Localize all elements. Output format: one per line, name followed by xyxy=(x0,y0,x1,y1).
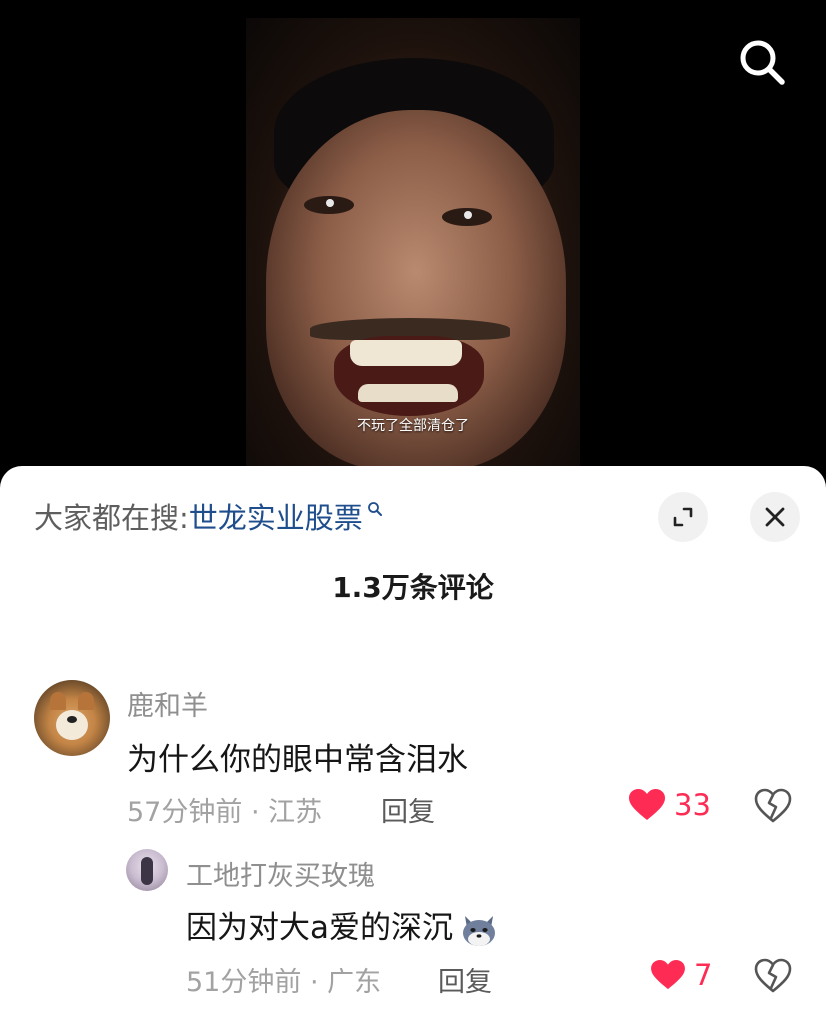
search-icon xyxy=(740,40,785,85)
reply-button[interactable]: 回复 xyxy=(438,960,492,999)
comment-meta: 57分钟前 · 江苏 xyxy=(127,797,323,828)
comment-count: 1.3万条评论 xyxy=(332,571,494,604)
heart-icon xyxy=(651,959,685,990)
hot-search-row[interactable]: 大家都在搜: 世龙实业股票 xyxy=(34,496,383,536)
dislike-button[interactable] xyxy=(754,958,792,998)
avatar[interactable] xyxy=(34,680,110,756)
video-subject-eye xyxy=(304,196,354,214)
dog-ear xyxy=(78,692,94,710)
dislike-button[interactable] xyxy=(754,788,792,828)
video-subject-eye xyxy=(442,208,492,226)
reply-text[interactable]: 因为对大a爱的深沉 xyxy=(186,902,499,948)
dog-ear xyxy=(50,692,66,710)
avatar[interactable] xyxy=(126,849,168,891)
video-subtitle: 不玩了全部清仓了 xyxy=(357,418,469,434)
comment-username[interactable]: 鹿和羊 xyxy=(127,684,208,723)
close-icon xyxy=(765,507,785,527)
video-subject-teeth xyxy=(358,384,458,402)
search-button[interactable] xyxy=(734,34,790,90)
broken-heart-icon xyxy=(754,788,792,823)
dog-muzzle xyxy=(56,710,88,740)
expand-icon xyxy=(673,507,693,527)
video-frame[interactable] xyxy=(246,18,580,480)
screen: 不玩了全部清仓了 大家都在搜: 世龙实业股票 1.3万条评论 鹿和羊 为什么你的… xyxy=(0,0,826,1024)
hot-search-keyword[interactable]: 世龙实业股票 xyxy=(189,495,363,537)
video-subject-teeth xyxy=(350,340,462,366)
wolf-emoji-icon xyxy=(463,915,495,946)
video-player[interactable]: 不玩了全部清仓了 xyxy=(0,0,826,480)
comment-sheet: 大家都在搜: 世龙实业股票 1.3万条评论 鹿和羊 为什么你的眼中常含泪水 57… xyxy=(0,466,826,1024)
broken-heart-icon xyxy=(754,958,792,993)
comment-text[interactable]: 为什么你的眼中常含泪水 xyxy=(127,734,468,779)
reply-text-body: 因为对大a爱的深沉 xyxy=(186,910,453,946)
reply-username[interactable]: 工地打灰买玫瑰 xyxy=(186,854,375,893)
hot-search-prefix: 大家都在搜: xyxy=(34,501,189,535)
expand-button[interactable] xyxy=(658,492,708,542)
like-button[interactable]: 7 xyxy=(650,958,712,992)
dog-nose xyxy=(67,716,77,723)
like-count: 7 xyxy=(694,958,713,992)
reply-meta: 51分钟前 · 广东 xyxy=(186,967,382,998)
heart-icon xyxy=(629,789,665,820)
like-count: 33 xyxy=(674,788,711,822)
magnifier-icon xyxy=(367,502,382,516)
reply-button[interactable]: 回复 xyxy=(381,790,435,829)
close-button[interactable] xyxy=(750,492,800,542)
avatar-figure xyxy=(141,857,153,885)
like-button[interactable]: 33 xyxy=(628,788,711,822)
